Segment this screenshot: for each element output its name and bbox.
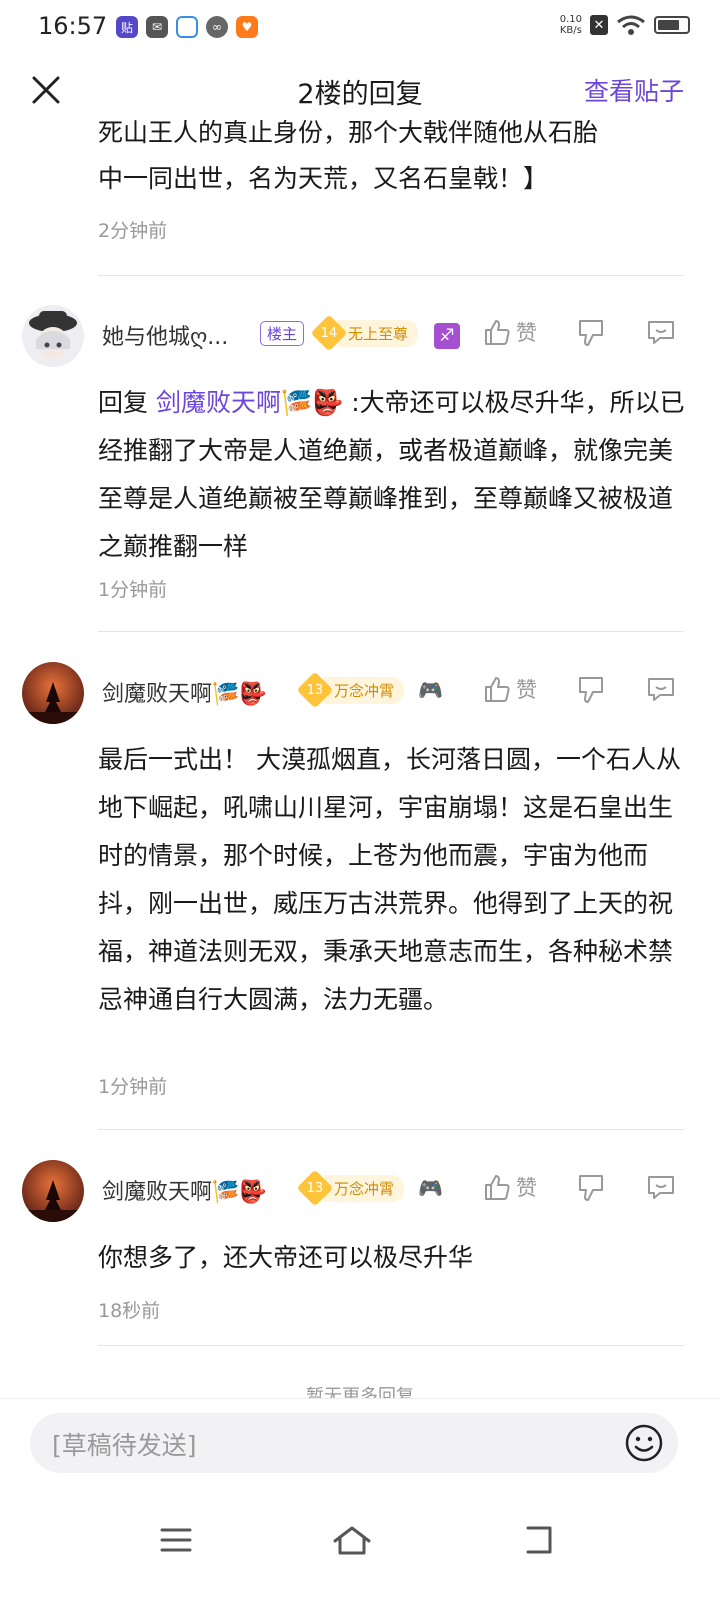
- reply-button[interactable]: [646, 1172, 676, 1202]
- username[interactable]: 剑魔败天啊: [102, 682, 212, 707]
- name-decoration: 🎏👺: [212, 682, 267, 707]
- thumbs-up-icon: [485, 677, 510, 702]
- status-right: 0.10 KB/s ✕: [560, 14, 690, 36]
- input-placeholder: [草稿待发送]: [52, 1431, 197, 1460]
- reply-decoration: 🎏👺: [280, 388, 344, 417]
- level-badge: 13 万念冲霄: [296, 1169, 405, 1207]
- divider: [98, 1345, 684, 1346]
- status-time: 16:57: [38, 12, 108, 40]
- like-label: 赞: [516, 678, 537, 702]
- name-decoration: 🎏👺: [212, 1180, 267, 1205]
- timestamp: 2分钟前: [98, 220, 168, 242]
- partial-line-1: 死山王人的真止身份，那个大戟伴随他从石胎: [98, 120, 599, 147]
- browser-icon: [176, 16, 198, 38]
- like-label: 赞: [516, 321, 537, 345]
- chat-bubble-icon: [648, 1176, 674, 1199]
- dislike-button[interactable]: [576, 1172, 606, 1204]
- reply-button[interactable]: [646, 317, 676, 347]
- reply-list[interactable]: 死山王人的真止身份，那个大戟伴随他从石胎 中一同出世，名为天荒，又名石皇戟！】 …: [0, 120, 720, 1398]
- chat-bubble-icon: [648, 321, 674, 344]
- username-row[interactable]: 剑魔败天啊🎏👺: [102, 1174, 267, 1206]
- chat-bubble-icon: [648, 678, 674, 701]
- notification-icons: 贴 ✉ ∞ ♥: [116, 16, 258, 38]
- thumbs-down-icon: [579, 677, 603, 703]
- avatar[interactable]: [22, 662, 84, 724]
- dislike-button[interactable]: [576, 674, 606, 706]
- like-button[interactable]: 赞: [482, 1172, 537, 1202]
- emoji-button[interactable]: [624, 1423, 664, 1463]
- comment-body: 你想多了，还大帝还可以极尽升华: [98, 1243, 474, 1272]
- avatar[interactable]: [22, 305, 84, 367]
- smiley-icon: [625, 1424, 663, 1462]
- view-post-link[interactable]: 查看贴子: [584, 72, 684, 108]
- mail-icon: ✉: [146, 16, 168, 38]
- thumbs-down-icon: [579, 1175, 603, 1201]
- level-title: 无上至尊: [338, 319, 419, 347]
- owner-badge: 楼主: [260, 321, 305, 346]
- comment-text: 回复 剑魔败天啊🎏👺 :大帝还可以极尽升华，所以已经推翻了大帝是人道绝巅，或者极…: [98, 379, 688, 571]
- battery-icon: [654, 16, 690, 34]
- thumbs-up-icon: [485, 1175, 510, 1200]
- dislike-button[interactable]: [576, 317, 606, 349]
- net-speed: 0.10 KB/s: [560, 14, 582, 36]
- menu-icon: [160, 1528, 192, 1552]
- divider: [98, 631, 684, 632]
- menu-nav-button[interactable]: [146, 1510, 206, 1570]
- reply-prefix: 回复: [98, 388, 149, 417]
- divider: [98, 275, 684, 276]
- net-speed-value: 0.10: [559, 14, 582, 25]
- thumbs-up-icon: [485, 320, 510, 345]
- level-title: 万念冲霄: [324, 1174, 405, 1202]
- back-nav-button[interactable]: [508, 1510, 568, 1570]
- like-button[interactable]: 赞: [482, 674, 537, 704]
- username[interactable]: 她与他城ღ...: [102, 319, 228, 351]
- timestamp: 18秒前: [98, 1300, 161, 1322]
- close-icon: ✕: [590, 15, 608, 35]
- gamepad-icon: 🎮: [418, 1176, 443, 1200]
- level-badge: 13 万念冲霄: [296, 671, 405, 709]
- username-row[interactable]: 剑魔败天啊🎏👺: [102, 676, 267, 708]
- comment-body: 最后一式出！ 大漠孤烟直，长河落日圆，一个石人从地下崛起，吼啸山川星河，宇宙崩塌…: [98, 745, 681, 1014]
- home-icon: [333, 1526, 371, 1555]
- reply-input[interactable]: [草稿待发送]: [30, 1413, 678, 1473]
- status-bar: 16:57 贴 ✉ ∞ ♥ 0.10 KB/s ✕: [0, 0, 720, 56]
- home-nav-button[interactable]: [322, 1510, 382, 1570]
- level-title: 万念冲霄: [324, 676, 405, 704]
- header: 2楼的回复 查看贴子: [0, 60, 720, 120]
- wifi-icon: [617, 15, 645, 35]
- battery-level: [658, 20, 679, 30]
- net-speed-unit: KB/s: [559, 25, 582, 36]
- thumbs-down-icon: [579, 320, 603, 346]
- partial-comment-text: 死山王人的真止身份，那个大戟伴随他从石胎 中一同出世，名为天荒，又名石皇戟！】: [98, 120, 688, 202]
- gamepad-icon: 🎮: [418, 678, 443, 702]
- baidu-tieba-icon: 贴: [116, 16, 138, 38]
- level-badge: 14 无上至尊: [310, 314, 419, 352]
- avatar[interactable]: [22, 1160, 84, 1222]
- timestamp: 1分钟前: [98, 579, 168, 601]
- reply-input-bar: [草稿待发送]: [0, 1398, 720, 1488]
- no-more-replies: 暂无更多回复: [306, 1386, 414, 1398]
- reply-button[interactable]: [646, 674, 676, 704]
- partial-line-2: 中一同出世，名为天荒，又名石皇戟！】: [98, 164, 549, 193]
- game-icon: ♥: [236, 16, 258, 38]
- link-icon: ∞: [206, 16, 228, 38]
- system-nav-bar: [0, 1488, 720, 1600]
- reply-to-user[interactable]: 剑魔败天啊: [156, 388, 281, 417]
- like-button[interactable]: 赞: [482, 317, 537, 347]
- username[interactable]: 剑魔败天啊: [102, 1180, 212, 1205]
- back-icon: [526, 1526, 552, 1554]
- timestamp: 1分钟前: [98, 1076, 168, 1098]
- zodiac-icon: ♐: [434, 323, 460, 349]
- divider: [98, 1129, 684, 1130]
- like-label: 赞: [516, 1176, 537, 1200]
